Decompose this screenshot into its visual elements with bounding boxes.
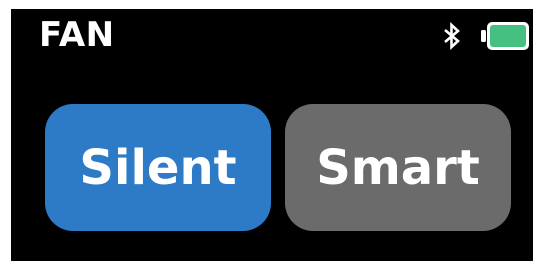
battery-icon [481,22,529,50]
device-screen: FAN Silent Smart [11,9,533,261]
smart-mode-button[interactable]: Smart [285,104,511,231]
smart-mode-label: Smart [316,139,480,196]
bluetooth-icon [444,22,460,50]
silent-mode-button[interactable]: Silent [45,104,271,231]
battery-level-fill [490,25,526,47]
screen-title: FAN [39,15,115,55]
silent-mode-label: Silent [79,139,237,196]
